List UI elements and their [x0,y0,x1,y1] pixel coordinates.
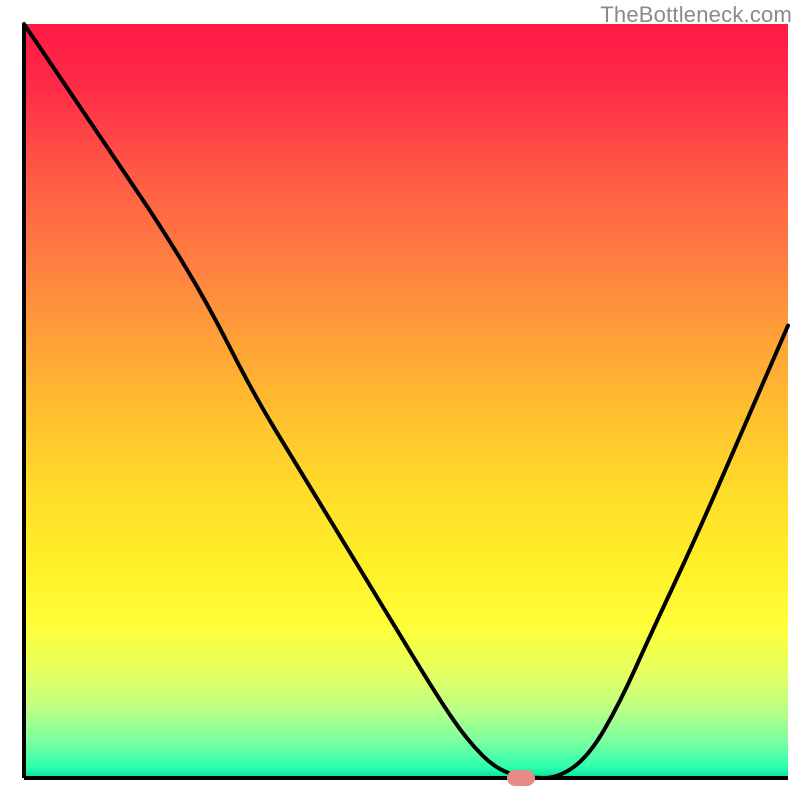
chart-gradient-bg [24,24,788,778]
watermark-text: TheBottleneck.com [600,2,792,28]
optimal-point-marker [507,770,535,786]
bottleneck-chart [0,0,800,800]
chart-container: TheBottleneck.com [0,0,800,800]
